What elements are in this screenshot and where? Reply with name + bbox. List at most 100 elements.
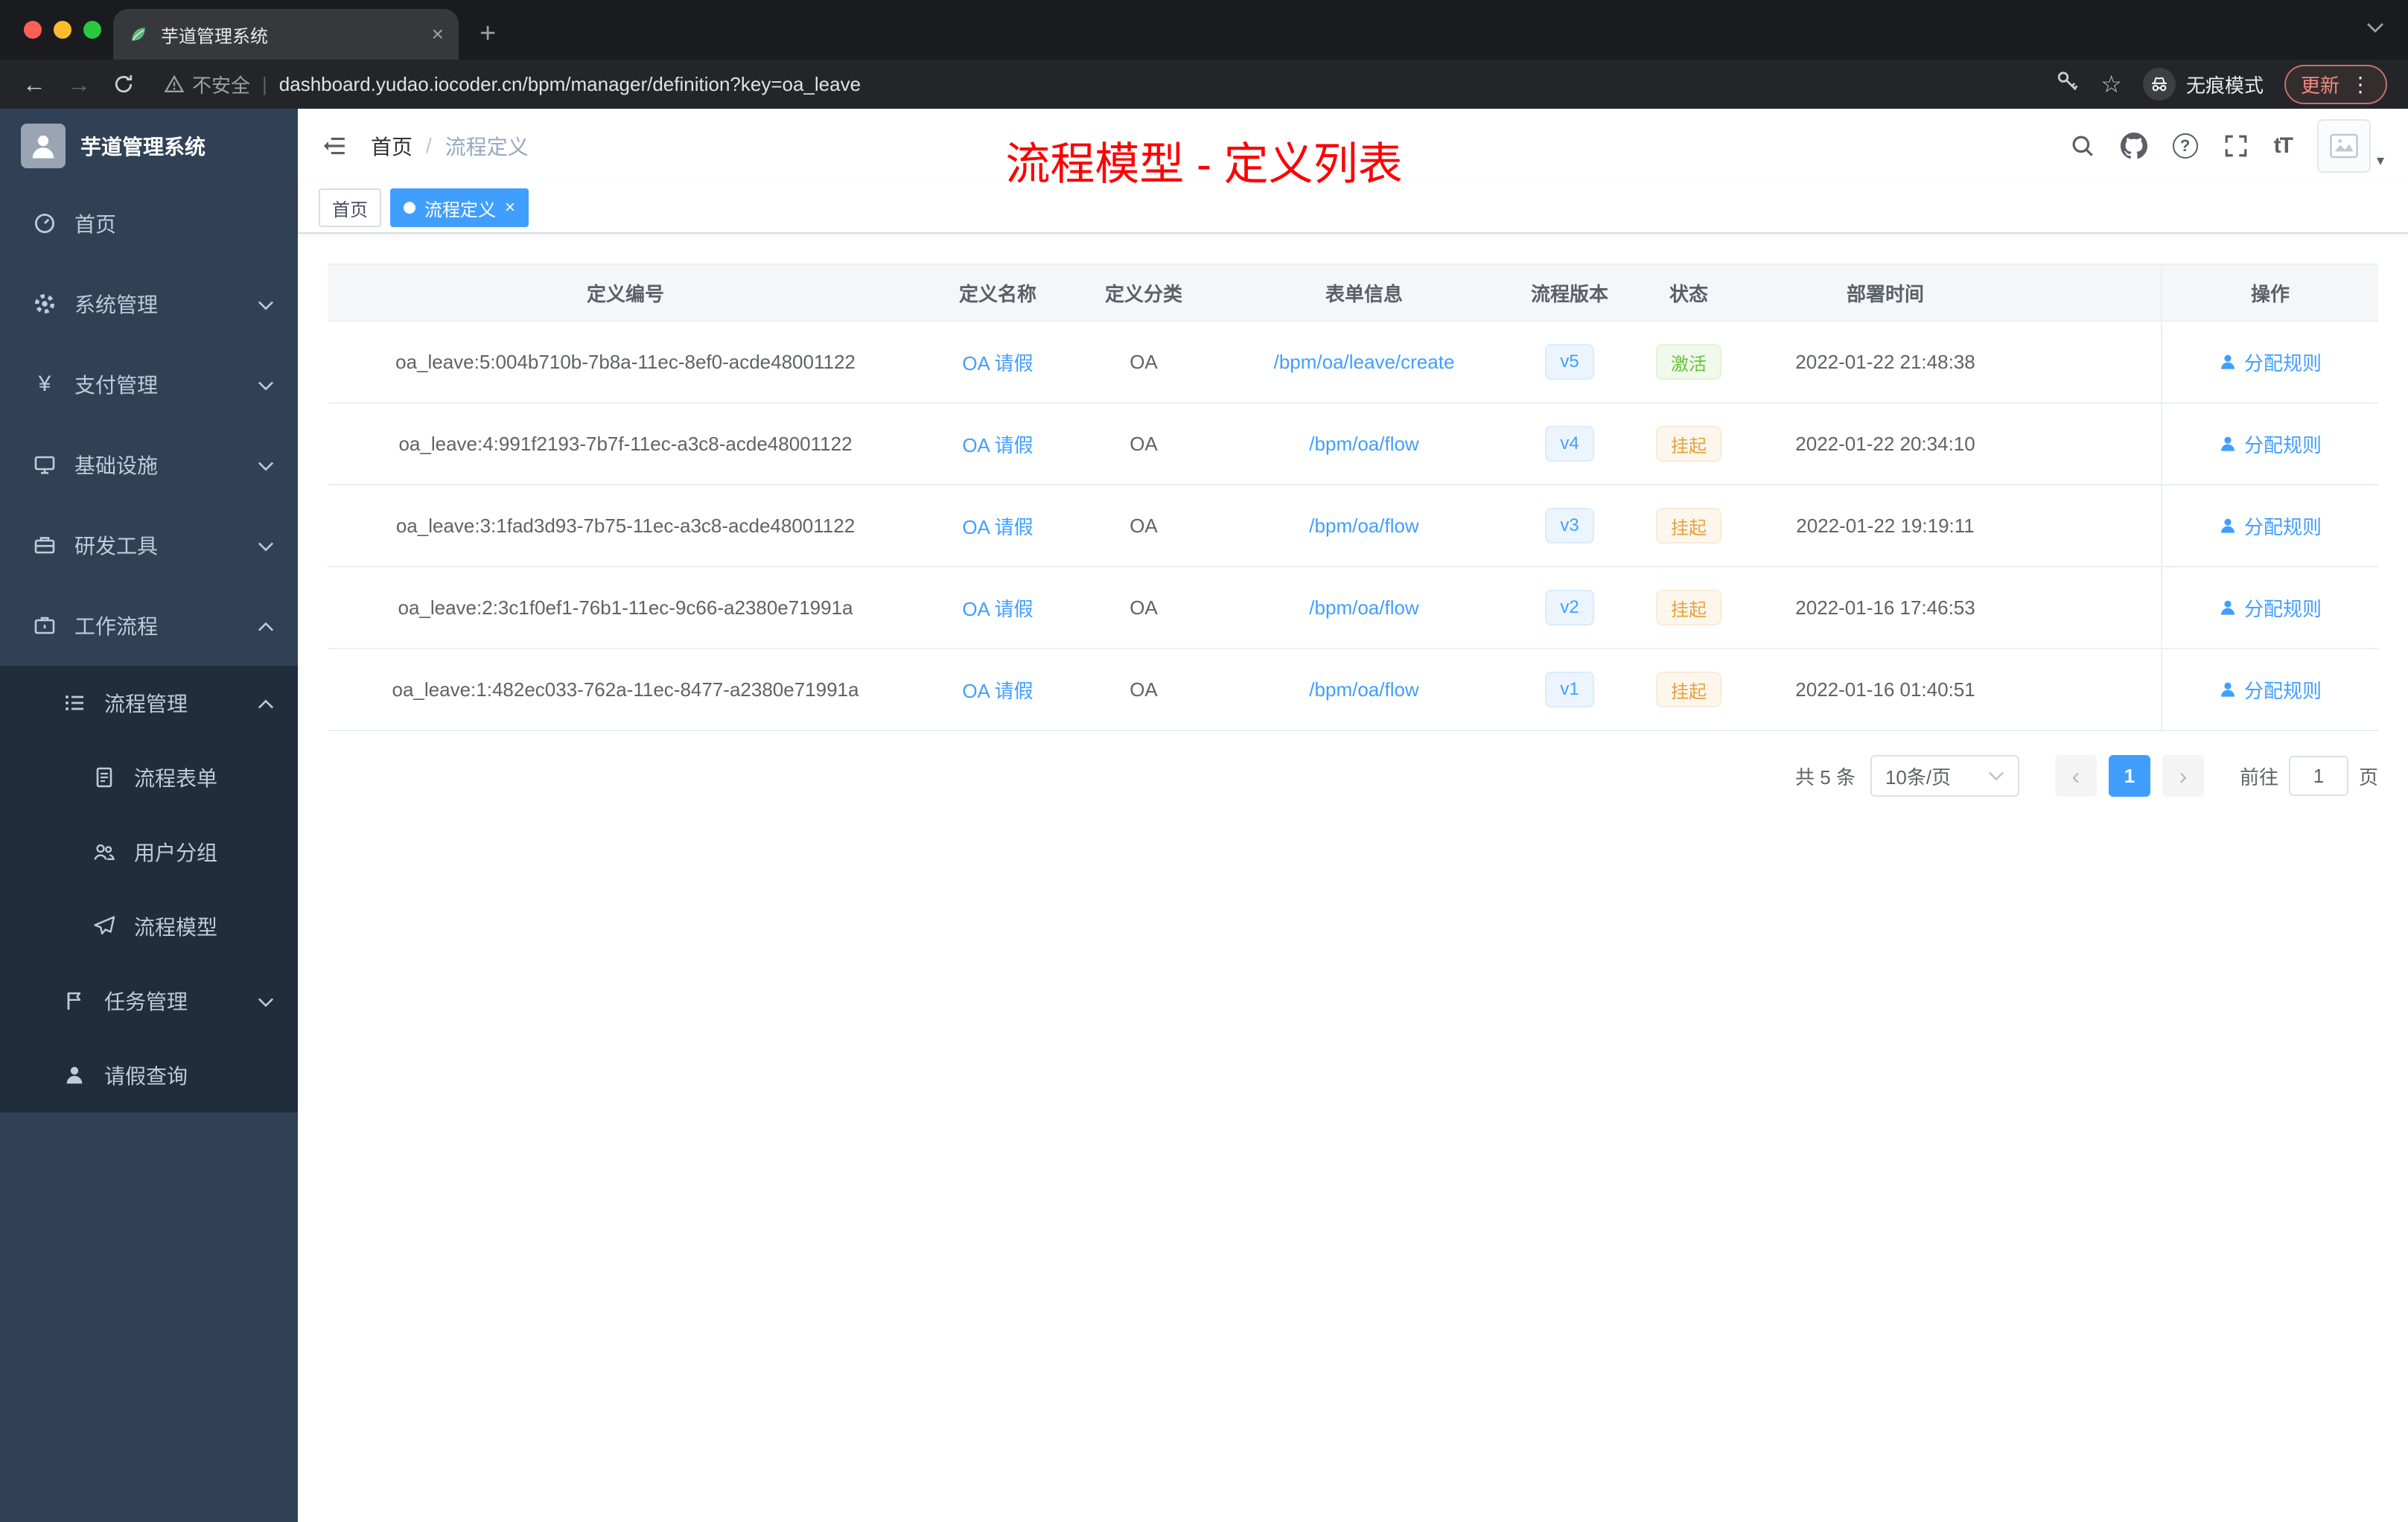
list-icon — [63, 691, 86, 715]
browser-tab[interactable]: 芋道管理系统 × — [113, 9, 459, 60]
chevron-down-icon — [258, 453, 274, 477]
forward-button[interactable]: → — [60, 65, 98, 104]
header-process-version: 流程版本 — [1530, 282, 1608, 305]
window-zoom-button[interactable] — [83, 21, 101, 39]
cell-category: OA — [1130, 432, 1158, 455]
version-tag: v5 — [1545, 344, 1594, 380]
github-icon[interactable] — [2120, 133, 2147, 159]
address-bar[interactable]: 不安全 | dashboard.yudao.iocoder.cn/bpm/man… — [164, 71, 2035, 98]
table-row: oa_leave:5:004b710b-7b8a-11ec-8ef0-acde4… — [328, 322, 2378, 404]
chevron-down-icon — [258, 292, 274, 316]
cell-deploy-time: 2022-01-22 19:19:11 — [1796, 514, 1975, 537]
sidebar-item-workflow[interactable]: 工作流程 — [0, 585, 298, 666]
assign-rule-button[interactable]: 分配规则 — [2219, 512, 2322, 540]
form-link[interactable]: /bpm/oa/flow — [1309, 515, 1418, 538]
dashboard-icon — [33, 211, 57, 235]
back-button[interactable]: ← — [15, 65, 54, 104]
tag-home[interactable]: 首页 — [319, 188, 381, 227]
version-tag: v2 — [1545, 590, 1594, 625]
form-link[interactable]: /bpm/oa/flow — [1309, 596, 1418, 620]
help-icon[interactable]: ? — [2172, 133, 2198, 159]
form-link[interactable]: /bpm/oa/flow — [1309, 678, 1418, 701]
form-link[interactable]: /bpm/oa/leave/create — [1274, 351, 1455, 374]
chrome-update-button[interactable]: 更新 ⋮ — [2284, 64, 2387, 104]
goto-page-input[interactable] — [2288, 756, 2348, 796]
definition-name-link[interactable]: OA 请假 — [962, 676, 1033, 704]
table-header: 定义编号 定义名称 定义分类 表单信息 流程版本 状态 部署时间 操作 — [328, 265, 2378, 322]
current-page-button[interactable]: 1 — [2108, 755, 2150, 797]
assign-rule-button[interactable]: 分配规则 — [2219, 594, 2322, 622]
breadcrumb-separator: / — [426, 134, 432, 157]
font-size-icon[interactable]: tT — [2274, 133, 2293, 159]
sidebar-toggle-icon[interactable] — [322, 133, 347, 159]
reload-button[interactable] — [104, 65, 143, 104]
cell-category: OA — [1130, 596, 1158, 619]
breadcrumb-home[interactable]: 首页 — [371, 131, 413, 161]
browser-menu-icon[interactable]: ⋮ — [2350, 72, 2371, 97]
table-row: oa_leave:2:3c1f0ef1-76b1-11ec-9c66-a2380… — [328, 567, 2378, 649]
table-row: oa_leave:4:991f2193-7b7f-11ec-a3c8-acde4… — [328, 404, 2378, 485]
definition-name-link[interactable]: OA 请假 — [962, 430, 1033, 458]
goto-page: 前往 页 — [2240, 756, 2378, 796]
tab-close-icon[interactable]: × — [432, 24, 444, 45]
app-title: 芋道管理系统 — [80, 136, 206, 159]
tag-process-definition[interactable]: 流程定义 × — [390, 188, 529, 227]
monitor-icon — [33, 453, 57, 477]
header-definition-category: 定义分类 — [1104, 282, 1182, 305]
sidebar-item-user-group[interactable]: 用户分组 — [0, 815, 298, 889]
omnibox-divider: | — [262, 72, 267, 95]
definition-name-link[interactable]: OA 请假 — [962, 512, 1033, 540]
browser-toolbar: ← → 不安全 | dashboard.yudao.iocoder.cn/bpm… — [0, 60, 2408, 109]
goto-label: 前往 — [2239, 765, 2278, 789]
new-tab-button[interactable]: + — [480, 19, 496, 48]
definition-name-link[interactable]: OA 请假 — [962, 594, 1033, 622]
cell-definition-id: oa_leave:2:3c1f0ef1-76b1-11ec-9c66-a2380… — [398, 596, 853, 619]
breadcrumb-current: 流程定义 — [445, 136, 529, 159]
fullscreen-icon[interactable] — [2223, 133, 2249, 159]
gear-icon — [33, 292, 57, 316]
page-size-select[interactable]: 10条/页 — [1870, 755, 2019, 797]
definition-name-link[interactable]: OA 请假 — [962, 348, 1033, 376]
bookmark-star-icon[interactable]: ☆ — [2100, 70, 2122, 98]
password-key-icon[interactable] — [2056, 69, 2080, 99]
tag-close-icon[interactable]: × — [505, 199, 515, 217]
sidebar-item-process-form[interactable]: 流程表单 — [0, 740, 298, 815]
sidebar-item-process-management[interactable]: 流程管理 — [0, 666, 298, 740]
user-menu[interactable]: ▾ — [2316, 119, 2384, 173]
cell-deploy-time: 2022-01-16 01:40:51 — [1795, 678, 1975, 701]
security-status[interactable]: 不安全 — [164, 71, 250, 98]
chevron-down-icon — [258, 989, 274, 1013]
form-link[interactable]: /bpm/oa/flow — [1309, 433, 1418, 456]
browser-chrome: 芋道管理系统 × + ← → 不安全 | dashboard.yudao.ioc… — [0, 0, 2408, 109]
prev-page-button[interactable]: ‹ — [2054, 755, 2097, 797]
window-minimize-button[interactable] — [54, 21, 71, 39]
next-page-button[interactable]: › — [2162, 755, 2204, 797]
window-close-button[interactable] — [24, 21, 42, 39]
sidebar-item-process-model[interactable]: 流程模型 — [0, 889, 298, 964]
assign-rule-button[interactable]: 分配规则 — [2219, 430, 2322, 458]
search-icon[interactable] — [2070, 133, 2095, 159]
cell-deploy-time: 2022-01-22 21:48:38 — [1795, 350, 1975, 373]
app-logo[interactable]: 芋道管理系统 — [0, 109, 298, 183]
pagination: 共 5 条 10条/页 ‹ 1 › 前往 1 页 — [328, 755, 2378, 797]
assign-rule-button[interactable]: 分配规则 — [2219, 676, 2322, 704]
briefcase-icon — [33, 614, 57, 637]
sidebar-item-devtools[interactable]: 研发工具 — [0, 505, 298, 585]
header-definition-name: 定义名称 — [958, 282, 1036, 305]
sidebar-item-infrastructure[interactable]: 基础设施 — [0, 424, 298, 505]
sidebar-item-home[interactable]: 首页 — [0, 183, 298, 264]
sidebar-item-leave-query[interactable]: 请假查询 — [0, 1038, 298, 1112]
tab-search-chevron-icon[interactable] — [2366, 22, 2384, 33]
sidebar-item-task-management[interactable]: 任务管理 — [0, 964, 298, 1038]
flag-icon — [63, 989, 86, 1013]
header-status: 状态 — [1669, 282, 1708, 305]
sidebar-item-payment[interactable]: ¥ 支付管理 — [0, 344, 298, 424]
incognito-icon — [2142, 68, 2176, 101]
header-form-info: 表单信息 — [1325, 282, 1403, 305]
table-row: oa_leave:1:482ec033-762a-11ec-8477-a2380… — [328, 649, 2378, 731]
avatar[interactable] — [2316, 119, 2371, 173]
cell-category: OA — [1130, 350, 1158, 373]
sidebar-item-system[interactable]: 系统管理 — [0, 264, 298, 344]
cell-deploy-time: 2022-01-22 20:34:10 — [1795, 432, 1975, 455]
assign-rule-button[interactable]: 分配规则 — [2219, 348, 2322, 376]
